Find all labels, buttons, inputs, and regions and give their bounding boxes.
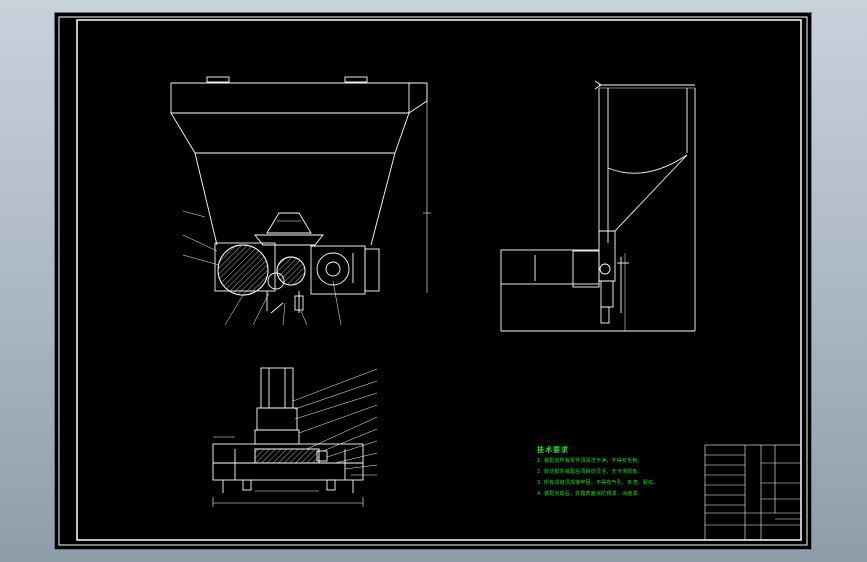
title-block — [704, 444, 802, 541]
section-view — [212, 367, 378, 507]
technical-notes-title: 技术要求 — [537, 446, 569, 454]
side-view — [500, 80, 696, 332]
technical-note-2: 2. 转动部件装配后须转动灵活，无卡滞现象。 — [537, 469, 643, 475]
technical-note-1: 1. 装配前所有零件须清洗干净，不得有毛刺。 — [537, 458, 643, 464]
drawing-sheet: 技术要求 1. 装配前所有零件须清洗干净，不得有毛刺。 2. 转动部件装配后须转… — [55, 13, 811, 549]
lid-handle-right — [344, 76, 368, 83]
cad-viewer: 技术要求 1. 装配前所有零件须清洗干净，不得有毛刺。 2. 转动部件装配后须转… — [0, 0, 867, 562]
right-housing — [310, 245, 366, 295]
side-extension — [500, 249, 600, 285]
front-view — [170, 76, 431, 326]
section-hatched-core — [254, 448, 320, 464]
inner-border — [76, 19, 802, 541]
right-roller — [316, 252, 350, 286]
technical-note-3: 3. 所有焊缝须焊接牢固，不得有气孔、夹渣、裂纹。 — [537, 480, 659, 486]
technical-notes: 技术要求 1. 装配前所有零件须清洗干净，不得有毛刺。 2. 转动部件装配后须转… — [537, 445, 658, 500]
technical-note-4: 4. 装配完成后，外露表面涂防锈漆，涂面漆。 — [537, 491, 643, 497]
engineering-drawing — [58, 16, 808, 546]
lid-handle-left — [206, 76, 230, 83]
